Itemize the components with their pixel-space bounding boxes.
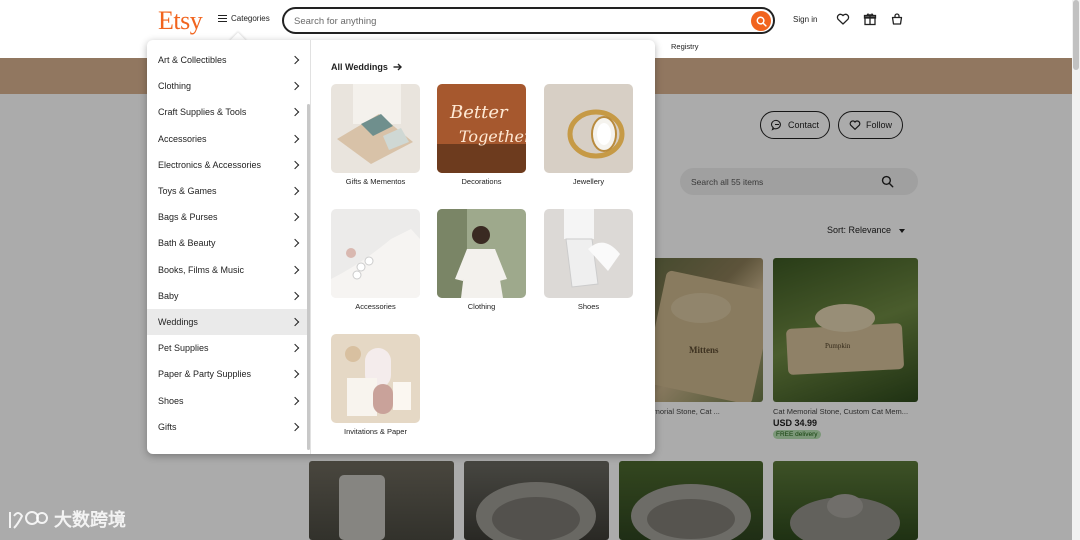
subcategory-tile-accessories[interactable]: Accessories [331,209,420,311]
invitations-photo [331,334,420,423]
chevron-right-icon [290,422,300,431]
category-item-clothing[interactable]: Clothing [147,73,310,99]
subcategory-tile-jewellery[interactable]: Jewellery [544,84,633,186]
category-label: Pet Supplies [158,343,209,354]
chevron-right-icon [290,160,300,170]
dropdown-divider [310,40,311,454]
neon-sign-photo: Better Together [437,84,526,173]
search-input[interactable] [294,13,734,29]
search-button[interactable] [751,11,771,31]
category-label: Shoes [158,395,184,406]
category-label: Clothing [158,81,192,92]
categories-button[interactable]: Categories [218,14,270,23]
subcategory-tile-decorations[interactable]: Better Together Decorations [437,84,526,186]
category-item-bath-beauty[interactable]: Bath & Beauty [147,230,310,256]
category-item-electronics[interactable]: Electronics & Accessories [147,152,310,178]
tile-image [331,209,420,298]
category-list: Art & Collectibles Clothing Craft Suppli… [147,47,310,440]
chevron-right-icon [290,212,300,222]
all-weddings-link[interactable]: All Weddings [331,62,402,72]
category-item-accessories[interactable]: Accessories [147,126,310,152]
cart-icon[interactable] [890,12,904,26]
subcategory-tile-clothing[interactable]: Clothing [437,209,526,311]
category-item-gifts[interactable]: Gifts [147,414,310,440]
scrollbar-thumb[interactable] [1073,0,1079,70]
category-label: Baby [158,290,179,301]
categories-label: Categories [231,14,270,23]
category-label: Bath & Beauty [158,238,216,249]
tile-label: Gifts & Mementos [345,177,406,186]
category-item-paper-party[interactable]: Paper & Party Supplies [147,361,310,387]
subcategory-tile-invitations-paper[interactable]: Invitations & Paper [331,334,420,436]
tile-label: Jewellery [572,177,605,186]
category-item-books-films-music[interactable]: Books, Films & Music [147,257,310,283]
category-label: Accessories [158,133,207,144]
ring-photo [544,84,633,173]
chevron-right-icon [290,82,300,91]
signin-link[interactable]: Sign in [793,15,817,24]
tile-image [437,209,526,298]
chevron-right-icon [290,291,300,301]
gift-box-photo [331,84,420,173]
gift-icon[interactable] [863,12,877,26]
category-label: Craft Supplies & Tools [158,107,247,118]
svg-text:Better: Better [449,102,509,123]
category-item-art-collectibles[interactable]: Art & Collectibles [147,47,310,73]
search-icon [756,16,767,27]
subcategory-tile-shoes[interactable]: Shoes [544,209,633,311]
tile-image [544,84,633,173]
category-label: Bags & Purses [158,212,218,223]
category-item-toys-games[interactable]: Toys & Games [147,178,310,204]
category-label: Paper & Party Supplies [158,369,252,380]
tile-label: Clothing [467,302,496,311]
tile-label: Decorations [461,177,502,186]
category-item-weddings[interactable]: Weddings [147,308,310,336]
category-item-bags-purses[interactable]: Bags & Purses [147,204,310,230]
etsy-logo[interactable]: Etsy [158,6,203,36]
category-label: Weddings [158,316,198,327]
categories-dropdown: Art & Collectibles Clothing Craft Suppli… [147,40,655,454]
category-label: Books, Films & Music [158,264,245,275]
chevron-right-icon [290,108,300,117]
category-label: Art & Collectibles [158,55,227,66]
watermark: 大数跨境 [8,506,126,532]
category-item-pet-supplies[interactable]: Pet Supplies [147,335,310,361]
heart-icon[interactable] [836,12,850,26]
category-label: Electronics & Accessories [158,159,262,170]
category-label: Gifts [158,421,177,432]
arrow-right-icon [393,63,402,71]
category-item-shoes[interactable]: Shoes [147,387,310,413]
watermark-text: 大数跨境 [54,510,126,530]
category-item-craft-supplies[interactable]: Craft Supplies & Tools [147,99,310,125]
watermark-logo-icon [9,511,48,529]
chevron-right-icon [290,396,300,405]
chevron-right-icon [290,370,300,379]
pearl-bracelet-photo [331,209,420,298]
category-label: Toys & Games [158,186,217,197]
chevron-right-icon [290,317,300,327]
tile-label: Accessories [355,302,396,311]
chevron-right-icon [290,186,300,196]
search-bar [282,7,775,34]
tile-image [544,209,633,298]
category-item-baby[interactable]: Baby [147,283,310,309]
menu-icon [218,15,227,22]
tile-label: Shoes [577,302,600,311]
chevron-right-icon [290,343,300,353]
tile-image: Better Together [437,84,526,173]
wedding-dress-photo [437,209,526,298]
tile-image [331,334,420,423]
page-scrollbar[interactable] [1072,0,1080,540]
chevron-right-icon [290,239,300,248]
tile-image [331,84,420,173]
chevron-right-icon [290,134,300,143]
registry-link[interactable]: Registry [671,42,699,51]
all-weddings-label: All Weddings [331,62,388,72]
chevron-right-icon [290,55,300,65]
subcategory-tile-gifts-mementos[interactable]: Gifts & Mementos [331,84,420,186]
chevron-right-icon [290,265,300,274]
svg-text:Together: Together [459,127,526,146]
bridal-shoe-photo [544,209,633,298]
tile-label: Invitations & Paper [344,427,407,436]
